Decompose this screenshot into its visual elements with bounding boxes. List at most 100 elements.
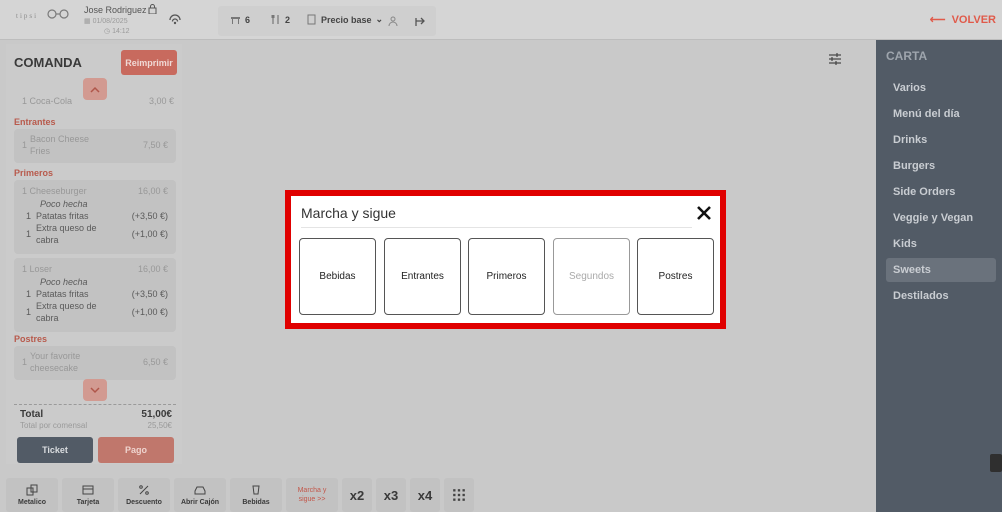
- modifier-name-cont: cabra: [36, 235, 59, 245]
- category-heading: Primeros: [14, 168, 54, 178]
- scroll-down-button[interactable]: [83, 379, 107, 401]
- glasses-logo-icon: [47, 9, 69, 19]
- cash-icon: [26, 484, 38, 496]
- multiply-x3-button[interactable]: x3: [376, 478, 406, 512]
- app-logo: tipsi: [16, 12, 39, 20]
- close-icon[interactable]: [696, 205, 712, 221]
- order-item-price: 3,00 €: [148, 96, 174, 106]
- price-selector-label: Precio base: [321, 14, 372, 25]
- order-line[interactable]: 1 Loser 16,00 € Poco hecha 1 Patatas fri…: [14, 258, 176, 332]
- course-button-postres[interactable]: Postres: [637, 238, 714, 315]
- time-value: 14:12: [112, 28, 130, 35]
- modifier-name: 1 Patatas fritas: [26, 211, 89, 221]
- carta-title: CARTA: [886, 49, 928, 63]
- order-item-price: 7,50 €: [142, 140, 168, 150]
- carta-item-veggie-y-vegan[interactable]: Veggie y Vegan: [886, 206, 996, 230]
- modifier-name: 1 Patatas fritas: [26, 289, 89, 299]
- order-list[interactable]: 1 Coca-Cola 3,00 € Entrantes 1 Bacon Che…: [6, 94, 182, 404]
- marcha-y-sigue-dialog: Marcha y sigue Bebidas Entrantes Primero…: [285, 190, 726, 329]
- reprint-button[interactable]: Reimprimir: [121, 50, 177, 75]
- open-drawer-button-label: Abrir Cajón: [180, 499, 220, 506]
- order-line[interactable]: 1 Your favorite cheesecake 6,50 €: [14, 346, 176, 380]
- modifier-price: (+3,50 €): [131, 289, 168, 299]
- card-icon: [82, 485, 94, 495]
- person-icon[interactable]: [388, 16, 398, 26]
- marcha-y-sigue-button[interactable]: Marcha y sigue >>: [286, 478, 338, 512]
- order-item-note: Poco hecha: [40, 277, 88, 287]
- carta-item-sweets[interactable]: Sweets: [886, 258, 996, 282]
- course-button-entrantes[interactable]: Entrantes: [384, 238, 461, 315]
- total-label: Total: [20, 409, 44, 420]
- ticket-button[interactable]: Ticket: [17, 437, 93, 463]
- pay-button[interactable]: Pago: [98, 437, 174, 463]
- modifier-price: (+1,00 €): [131, 307, 168, 317]
- drinks-button[interactable]: Bebidas: [230, 478, 282, 512]
- chevron-up-icon: [90, 86, 100, 93]
- discount-button[interactable]: Descuento: [118, 478, 170, 512]
- back-button[interactable]: ⟵ VOLVER: [930, 13, 996, 27]
- order-item-price: 16,00 €: [137, 186, 168, 196]
- modifier-price: (+1,00 €): [131, 229, 168, 239]
- marcha-label-line2: sigue >>: [298, 496, 326, 503]
- order-item-name: 1 Loser: [22, 264, 53, 274]
- cash-button-label: Metalico: [17, 499, 46, 506]
- filter-settings-icon[interactable]: [828, 52, 842, 66]
- card-button[interactable]: Tarjeta: [62, 478, 114, 512]
- table-number[interactable]: 6: [230, 14, 250, 25]
- order-line[interactable]: 1 Bacon Cheese Fries 7,50 €: [14, 129, 176, 163]
- open-drawer-button[interactable]: Abrir Cajón: [174, 478, 226, 512]
- order-item-name: Your favorite: [30, 351, 81, 361]
- table-info-group: 6 2 Precio base ⌄: [218, 6, 436, 36]
- modifier-price: (+3,50 €): [131, 211, 168, 221]
- percent-icon: [139, 485, 149, 495]
- marcha-label-line1: Marcha y: [297, 487, 327, 494]
- transfer-table-icon[interactable]: [414, 15, 428, 27]
- carta-item-menu-del-dia[interactable]: Menú del día: [886, 102, 996, 126]
- course-button-segundos: Segundos: [553, 238, 630, 315]
- multiply-x2-button[interactable]: x2: [342, 478, 372, 512]
- order-item-name: 1 Coca-Cola: [22, 96, 73, 106]
- user-name[interactable]: Jose Rodriguez: [84, 5, 147, 15]
- carta-item-side-orders[interactable]: Side Orders: [886, 180, 996, 204]
- modifier-qty: 1: [26, 307, 32, 317]
- drinks-button-label: Bebidas: [242, 499, 270, 506]
- carta-item-kids[interactable]: Kids: [886, 232, 996, 256]
- order-item-name: 1 Cheeseburger: [22, 186, 87, 196]
- chevron-down-icon: [90, 386, 100, 393]
- session-date: ▦ 01/08/2025: [84, 18, 128, 25]
- back-button-label: VOLVER: [951, 13, 996, 26]
- chevron-down-icon: ⌄: [375, 14, 384, 24]
- card-button-label: Tarjeta: [76, 499, 100, 506]
- multiply-x4-button[interactable]: x4: [410, 478, 440, 512]
- course-button-bebidas[interactable]: Bebidas: [299, 238, 376, 315]
- order-item-name: Bacon Cheese: [30, 134, 90, 144]
- price-selector[interactable]: Precio base ⌄: [306, 14, 383, 25]
- order-line[interactable]: 1 Cheeseburger 16,00 € Poco hecha 1 Pata…: [14, 180, 176, 254]
- category-heading: Entrantes: [14, 117, 56, 127]
- cutlery-icon: [271, 15, 279, 24]
- carta-item-burgers[interactable]: Burgers: [886, 154, 996, 178]
- keypad-button[interactable]: [444, 478, 474, 512]
- top-bar: tipsi Jose Rodriguez ▦ 01/08/2025 ◷ 14:1…: [0, 0, 1002, 40]
- discount-button-label: Descuento: [126, 499, 162, 506]
- cash-button[interactable]: Metalico: [6, 478, 58, 512]
- modifier-name-cont: cabra: [36, 313, 59, 323]
- carta-item-drinks[interactable]: Drinks: [886, 128, 996, 152]
- lock-icon[interactable]: [148, 4, 157, 14]
- carta-item-destilados[interactable]: Destilados: [886, 284, 996, 308]
- order-item-price: 6,50 €: [142, 357, 168, 367]
- document-icon: [307, 14, 316, 25]
- order-item-name-cont: cheesecake: [30, 363, 79, 373]
- totals-section: Total 51,00€ Total por comensal 25,50€: [14, 404, 176, 430]
- modifier-qty: 1: [26, 229, 32, 239]
- comanda-title: COMANDA: [14, 55, 82, 70]
- carta-item-varios[interactable]: Varios: [886, 76, 996, 100]
- diners-count[interactable]: 2: [270, 14, 290, 25]
- dialog-title: Marcha y sigue: [301, 205, 396, 221]
- drawer-icon: [194, 486, 206, 495]
- course-button-primeros[interactable]: Primeros: [468, 238, 545, 315]
- session-time: ◷ 14:12: [104, 28, 130, 35]
- side-tab-icon[interactable]: [990, 454, 1002, 472]
- order-item-name-cont: Fries: [30, 146, 50, 156]
- bottom-toolbar: Metalico Tarjeta Descuento Abrir Cajón B…: [6, 478, 474, 512]
